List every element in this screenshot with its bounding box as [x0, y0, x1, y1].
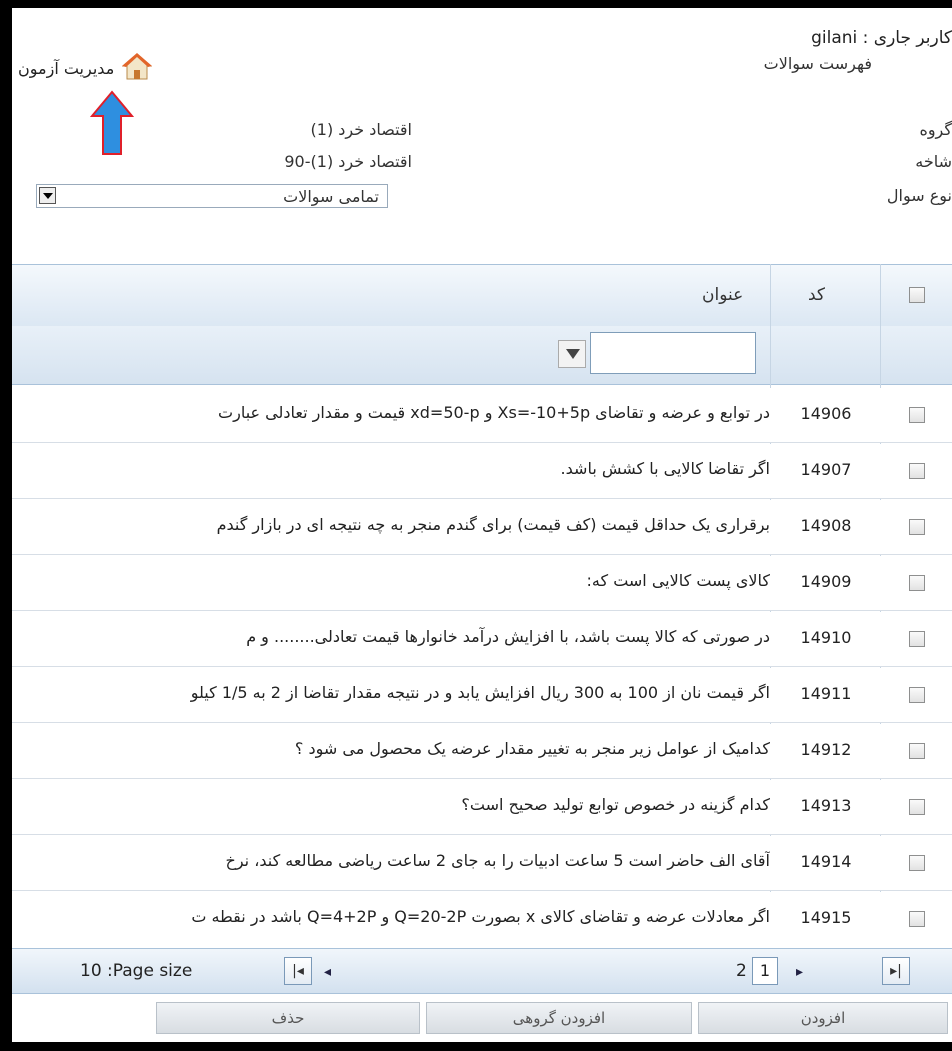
filter-icon[interactable]: [558, 340, 586, 368]
table-row[interactable]: 14908 برقراری یک حداقل قیمت (کف قیمت) بر…: [12, 500, 952, 555]
row-code: 14914: [800, 852, 852, 871]
table-row[interactable]: 14910 در صورتی که کالا پست باشد، با افزا…: [12, 612, 952, 667]
row-code: 14912: [800, 740, 852, 759]
row-title: کدامیک از عوامل زیر منجر به تغییر مقدار …: [294, 739, 770, 758]
table-row[interactable]: 14911 اگر قیمت نان از 100 به 300 ریال اف…: [12, 668, 952, 723]
row-checkbox[interactable]: [909, 911, 925, 927]
add-group-button[interactable]: افزودن گروهی: [426, 1002, 692, 1034]
table-row[interactable]: 14907 اگر تقاضا کالایی با کشش باشد.: [12, 444, 952, 499]
select-all-checkbox[interactable]: [909, 287, 925, 303]
grid-header: کد عنوان: [12, 264, 952, 328]
table-row[interactable]: 14913 کدام گزینه در خصوص توابع تولید صحی…: [12, 780, 952, 835]
column-header-title[interactable]: عنوان: [702, 285, 743, 305]
row-checkbox[interactable]: [909, 519, 925, 535]
first-page-icon[interactable]: |◂: [284, 957, 312, 985]
row-title: در توابع و عرضه و تقاضای Xs=-10+5p و xd=…: [218, 403, 770, 422]
row-code: 14911: [800, 684, 852, 703]
row-checkbox[interactable]: [909, 575, 925, 591]
question-type-value: تمامی سوالات: [283, 187, 379, 206]
row-code: 14908: [800, 516, 852, 535]
filter-row: [12, 326, 952, 385]
row-checkbox[interactable]: [909, 855, 925, 871]
exam-management-label: مدیریت آزمون: [18, 58, 115, 78]
page-link[interactable]: 2: [736, 961, 747, 981]
row-title: کالای پست کالایی است که:: [586, 571, 770, 590]
current-page[interactable]: 1: [752, 957, 778, 985]
row-title: کدام گزینه در خصوص توابع تولید صحیح است؟: [461, 795, 770, 814]
delete-button[interactable]: حذف: [156, 1002, 420, 1034]
last-page-icon[interactable]: ▸|: [882, 957, 910, 985]
table-row[interactable]: 14914 آقای الف حاضر است 5 ساعت ادبیات را…: [12, 836, 952, 891]
row-checkbox[interactable]: [909, 463, 925, 479]
add-button[interactable]: افزودن: [698, 1002, 948, 1034]
title-filter-input[interactable]: [590, 332, 756, 374]
question-type-label: نوع سوال: [886, 186, 952, 205]
row-title: اگر معادلات عرضه و تقاضای کالای x بصورت …: [191, 907, 770, 926]
row-code: 14909: [800, 572, 852, 591]
row-checkbox[interactable]: [909, 407, 925, 423]
column-header-code[interactable]: کد: [808, 285, 825, 305]
group-label: گروه: [919, 120, 952, 139]
current-user-label: کاربر جاری : gilani: [811, 28, 952, 48]
row-title: در صورتی که کالا پست باشد، با افزایش درآ…: [246, 627, 770, 646]
row-title: آقای الف حاضر است 5 ساعت ادبیات را به جا…: [225, 851, 771, 870]
question-type-select[interactable]: تمامی سوالات: [36, 184, 388, 208]
home-icon: [121, 52, 153, 84]
row-checkbox[interactable]: [909, 687, 925, 703]
questions-grid: کد عنوان 14906 در توابع و عرضه و تقاضای …: [12, 264, 952, 994]
row-title: برقراری یک حداقل قیمت (کف قیمت) برای گند…: [216, 515, 770, 534]
page-size-label: 10 :Page size: [80, 961, 193, 981]
row-code: 14913: [800, 796, 852, 815]
previous-page-icon[interactable]: ◂: [324, 964, 331, 980]
row-checkbox[interactable]: [909, 799, 925, 815]
table-row[interactable]: 14912 کدامیک از عوامل زیر منجر به تغییر …: [12, 724, 952, 779]
branch-value: اقتصاد خرد (1)-90: [284, 152, 412, 171]
chevron-down-icon[interactable]: [39, 187, 56, 204]
page-title: فهرست سوالات: [763, 54, 872, 73]
row-code: 14906: [800, 404, 852, 423]
branch-label: شاخه: [915, 152, 952, 171]
grid-pager: 10 :Page size |◂ ◂ 2 1 ▸ ▸|: [12, 948, 952, 994]
row-code: 14907: [800, 460, 852, 479]
table-row[interactable]: 14915 اگر معادلات عرضه و تقاضای کالای x …: [12, 892, 952, 949]
row-title: اگر تقاضا کالایی با کشش باشد.: [560, 459, 770, 478]
row-code: 14910: [800, 628, 852, 647]
group-value: اقتصاد خرد (1): [310, 120, 413, 139]
row-title: اگر قیمت نان از 100 به 300 ریال افزایش ی…: [190, 683, 770, 702]
row-checkbox[interactable]: [909, 631, 925, 647]
row-checkbox[interactable]: [909, 743, 925, 759]
up-arrow-icon: [89, 90, 135, 160]
table-row[interactable]: 14909 کالای پست کالایی است که:: [12, 556, 952, 611]
table-row[interactable]: 14906 در توابع و عرضه و تقاضای Xs=-10+5p…: [12, 388, 952, 443]
next-page-icon[interactable]: ▸: [796, 964, 803, 980]
row-code: 14915: [800, 908, 852, 927]
exam-management-link[interactable]: مدیریت آزمون: [18, 52, 153, 84]
